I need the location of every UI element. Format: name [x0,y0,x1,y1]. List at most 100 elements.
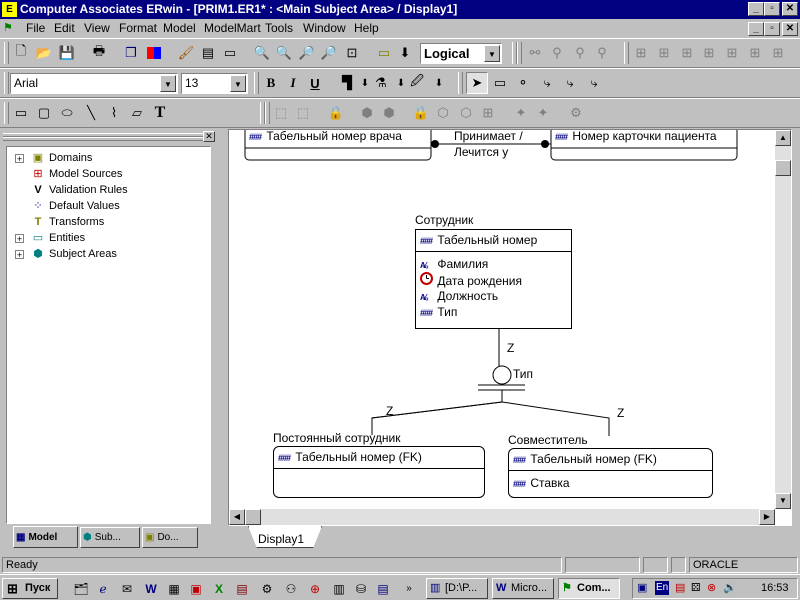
scroll-left-icon[interactable]: ◀ [229,509,245,525]
font-size-select[interactable]: 13 ▼ [181,73,248,94]
pointer-tool-icon[interactable]: ➤ [466,72,488,94]
expand-icon[interactable]: + [15,154,24,164]
tray-app-icon[interactable]: ⚄ [691,579,701,598]
zoom-out-icon[interactable]: 🔍 [251,42,273,64]
down-arrow-icon[interactable]: ⬇ [428,72,450,94]
format-painter-icon[interactable]: 🖌 [175,42,197,64]
mdi-minimize-button[interactable]: _ [748,22,764,36]
new-icon[interactable]: 🗋 [10,42,32,64]
permanent-key-attr[interactable]: ### Табельный номер (FK) [278,449,422,465]
many-to-many-icon[interactable]: ⤷ [559,72,581,94]
tab-model[interactable]: ▦ Model [13,526,78,548]
print-icon[interactable]: 🖶 [88,42,110,64]
save-icon[interactable]: 💾 [56,42,78,64]
language-indicator[interactable]: En [655,581,670,595]
menu-edit[interactable]: Edit [54,21,75,35]
horizontal-scrollbar[interactable]: ◀ ▶ [229,509,775,525]
line-color-icon[interactable]: 🖉 [406,72,428,94]
bag-icon[interactable]: ⛁ [352,580,370,598]
ellipse-icon[interactable]: ⬭ [56,102,78,124]
maximize-button[interactable]: ▫ [764,2,780,16]
tray-app-icon[interactable]: ▤ [675,579,685,598]
employee-attr-position[interactable]: A⁄ₒ Должность [420,288,498,304]
excel-icon[interactable]: X [210,580,228,598]
menu-format[interactable]: Format [119,21,157,35]
menu-view[interactable]: View [84,21,110,35]
zoom-all-icon[interactable]: ⊡ [341,42,363,64]
close-panel-icon[interactable]: ✕ [203,131,215,142]
report-icon[interactable]: ▤ [197,42,219,64]
target-icon[interactable]: ⊕ [306,580,324,598]
task-erwin[interactable]: ⚑ Com... [558,578,620,599]
bold-button[interactable]: B [260,72,282,94]
rectangle-icon[interactable]: ▭ [10,102,32,124]
minimize-button[interactable]: _ [748,2,764,16]
menu-help[interactable]: Help [354,21,379,35]
expand-icon[interactable]: + [15,234,24,244]
download-icon[interactable]: ⬇ [394,42,416,64]
view-mode-select[interactable]: Logical ▼ [420,43,502,64]
tray-monitor-icon[interactable]: ▣ [637,579,647,598]
non-identifying-rel-icon[interactable]: ⤷ [583,72,605,94]
parttime-entity-name[interactable]: Совместитель [508,433,588,447]
scroll-down-icon[interactable]: ▼ [775,493,791,509]
zoom-normal-icon[interactable]: 🔎 [318,42,340,64]
clock[interactable]: 16:53 [761,579,789,598]
tool-icon[interactable]: ⚙ [258,580,276,598]
open-icon[interactable]: 📂 [33,42,55,64]
employee-attr-birthdate[interactable]: Дата рождения [420,272,522,288]
rounded-rectangle-icon[interactable]: ▢ [33,102,55,124]
permanent-entity-name[interactable]: Постоянный сотрудник [273,431,401,445]
italic-button[interactable]: I [282,72,304,94]
menu-file[interactable]: File [26,21,45,35]
tab-domains[interactable]: ▣ Do... [142,527,198,548]
word-icon[interactable]: W [142,580,160,598]
zoom-in-icon[interactable]: 🔍 [273,42,295,64]
scroll-thumb[interactable] [775,160,791,176]
task-explorer[interactable]: ▥ [D:\P... [426,578,488,599]
outlook-icon[interactable]: ✉ [118,580,136,598]
employee-key-attr[interactable]: ### Табельный номер [420,232,537,248]
display-icon[interactable]: ▭ [373,42,395,64]
employee-attr-lastname[interactable]: A⁄ₒ Фамилия [420,256,488,272]
scroll-thumb[interactable] [245,509,261,525]
mdi-close-button[interactable]: ✕ [782,22,798,36]
category-tool-icon[interactable]: ⚬ [512,72,534,94]
mdi-restore-button[interactable]: ▫ [764,22,780,36]
diagram-canvas[interactable]: ### Табельный номер врача ### Номер карт… [229,130,775,509]
tray-app-icon[interactable]: ⊗ [707,579,716,598]
parttime-entity[interactable]: ### Табельный номер (FK) ### Ставка [508,448,713,498]
more-icon[interactable]: » [400,580,418,598]
fill-color-icon[interactable]: ⚗ [370,72,392,94]
menu-modelmart[interactable]: ModelMart [204,21,261,35]
employee-entity-name[interactable]: Сотрудник [415,213,473,227]
scroll-up-icon[interactable]: ▲ [775,130,791,146]
task-word[interactable]: W Micro... [492,578,554,599]
chevron-down-icon[interactable]: ▼ [484,45,500,62]
comment-icon[interactable]: ▭ [219,42,241,64]
subtype-discriminator[interactable]: Тип [513,367,533,381]
employee-attr-type[interactable]: ### Тип [420,304,457,320]
permanent-entity[interactable]: ### Табельный номер (FK) [273,446,485,498]
ie-icon[interactable]: ℯ [94,580,112,598]
polygon-icon[interactable]: ▱ [126,102,148,124]
chart-icon[interactable]: ▥ [330,580,348,598]
parttime-attr-rate[interactable]: ### Ставка [513,475,570,491]
access-icon[interactable]: ▤ [233,580,251,598]
chevron-down-icon[interactable]: ▼ [230,75,246,92]
entity-tool-icon[interactable]: ▭ [489,72,511,94]
relationship-verb-bottom[interactable]: Лечится у [454,145,508,159]
zoom-fit-icon[interactable]: 🔎 [296,42,318,64]
employee-entity[interactable]: ### Табельный номер A⁄ₒ Фамилия Дата рож… [415,229,572,329]
underline-button[interactable]: U [304,72,326,94]
book-icon[interactable]: ▤ [374,580,392,598]
parttime-key-attr[interactable]: ### Табельный номер (FK) [513,451,657,467]
close-button[interactable]: ✕ [782,2,798,16]
start-button[interactable]: ⊞ Пуск [2,578,58,599]
identifying-rel-icon[interactable]: ⤷ [536,72,558,94]
erwin-app-icon[interactable]: E [2,2,17,17]
top-left-entity-key[interactable]: ### Табельный номер врача [249,130,402,144]
desktop-icon[interactable]: 🗂 [72,580,90,598]
document-icon[interactable]: ⚑ [3,21,18,35]
chevron-down-icon[interactable]: ▼ [160,75,176,92]
